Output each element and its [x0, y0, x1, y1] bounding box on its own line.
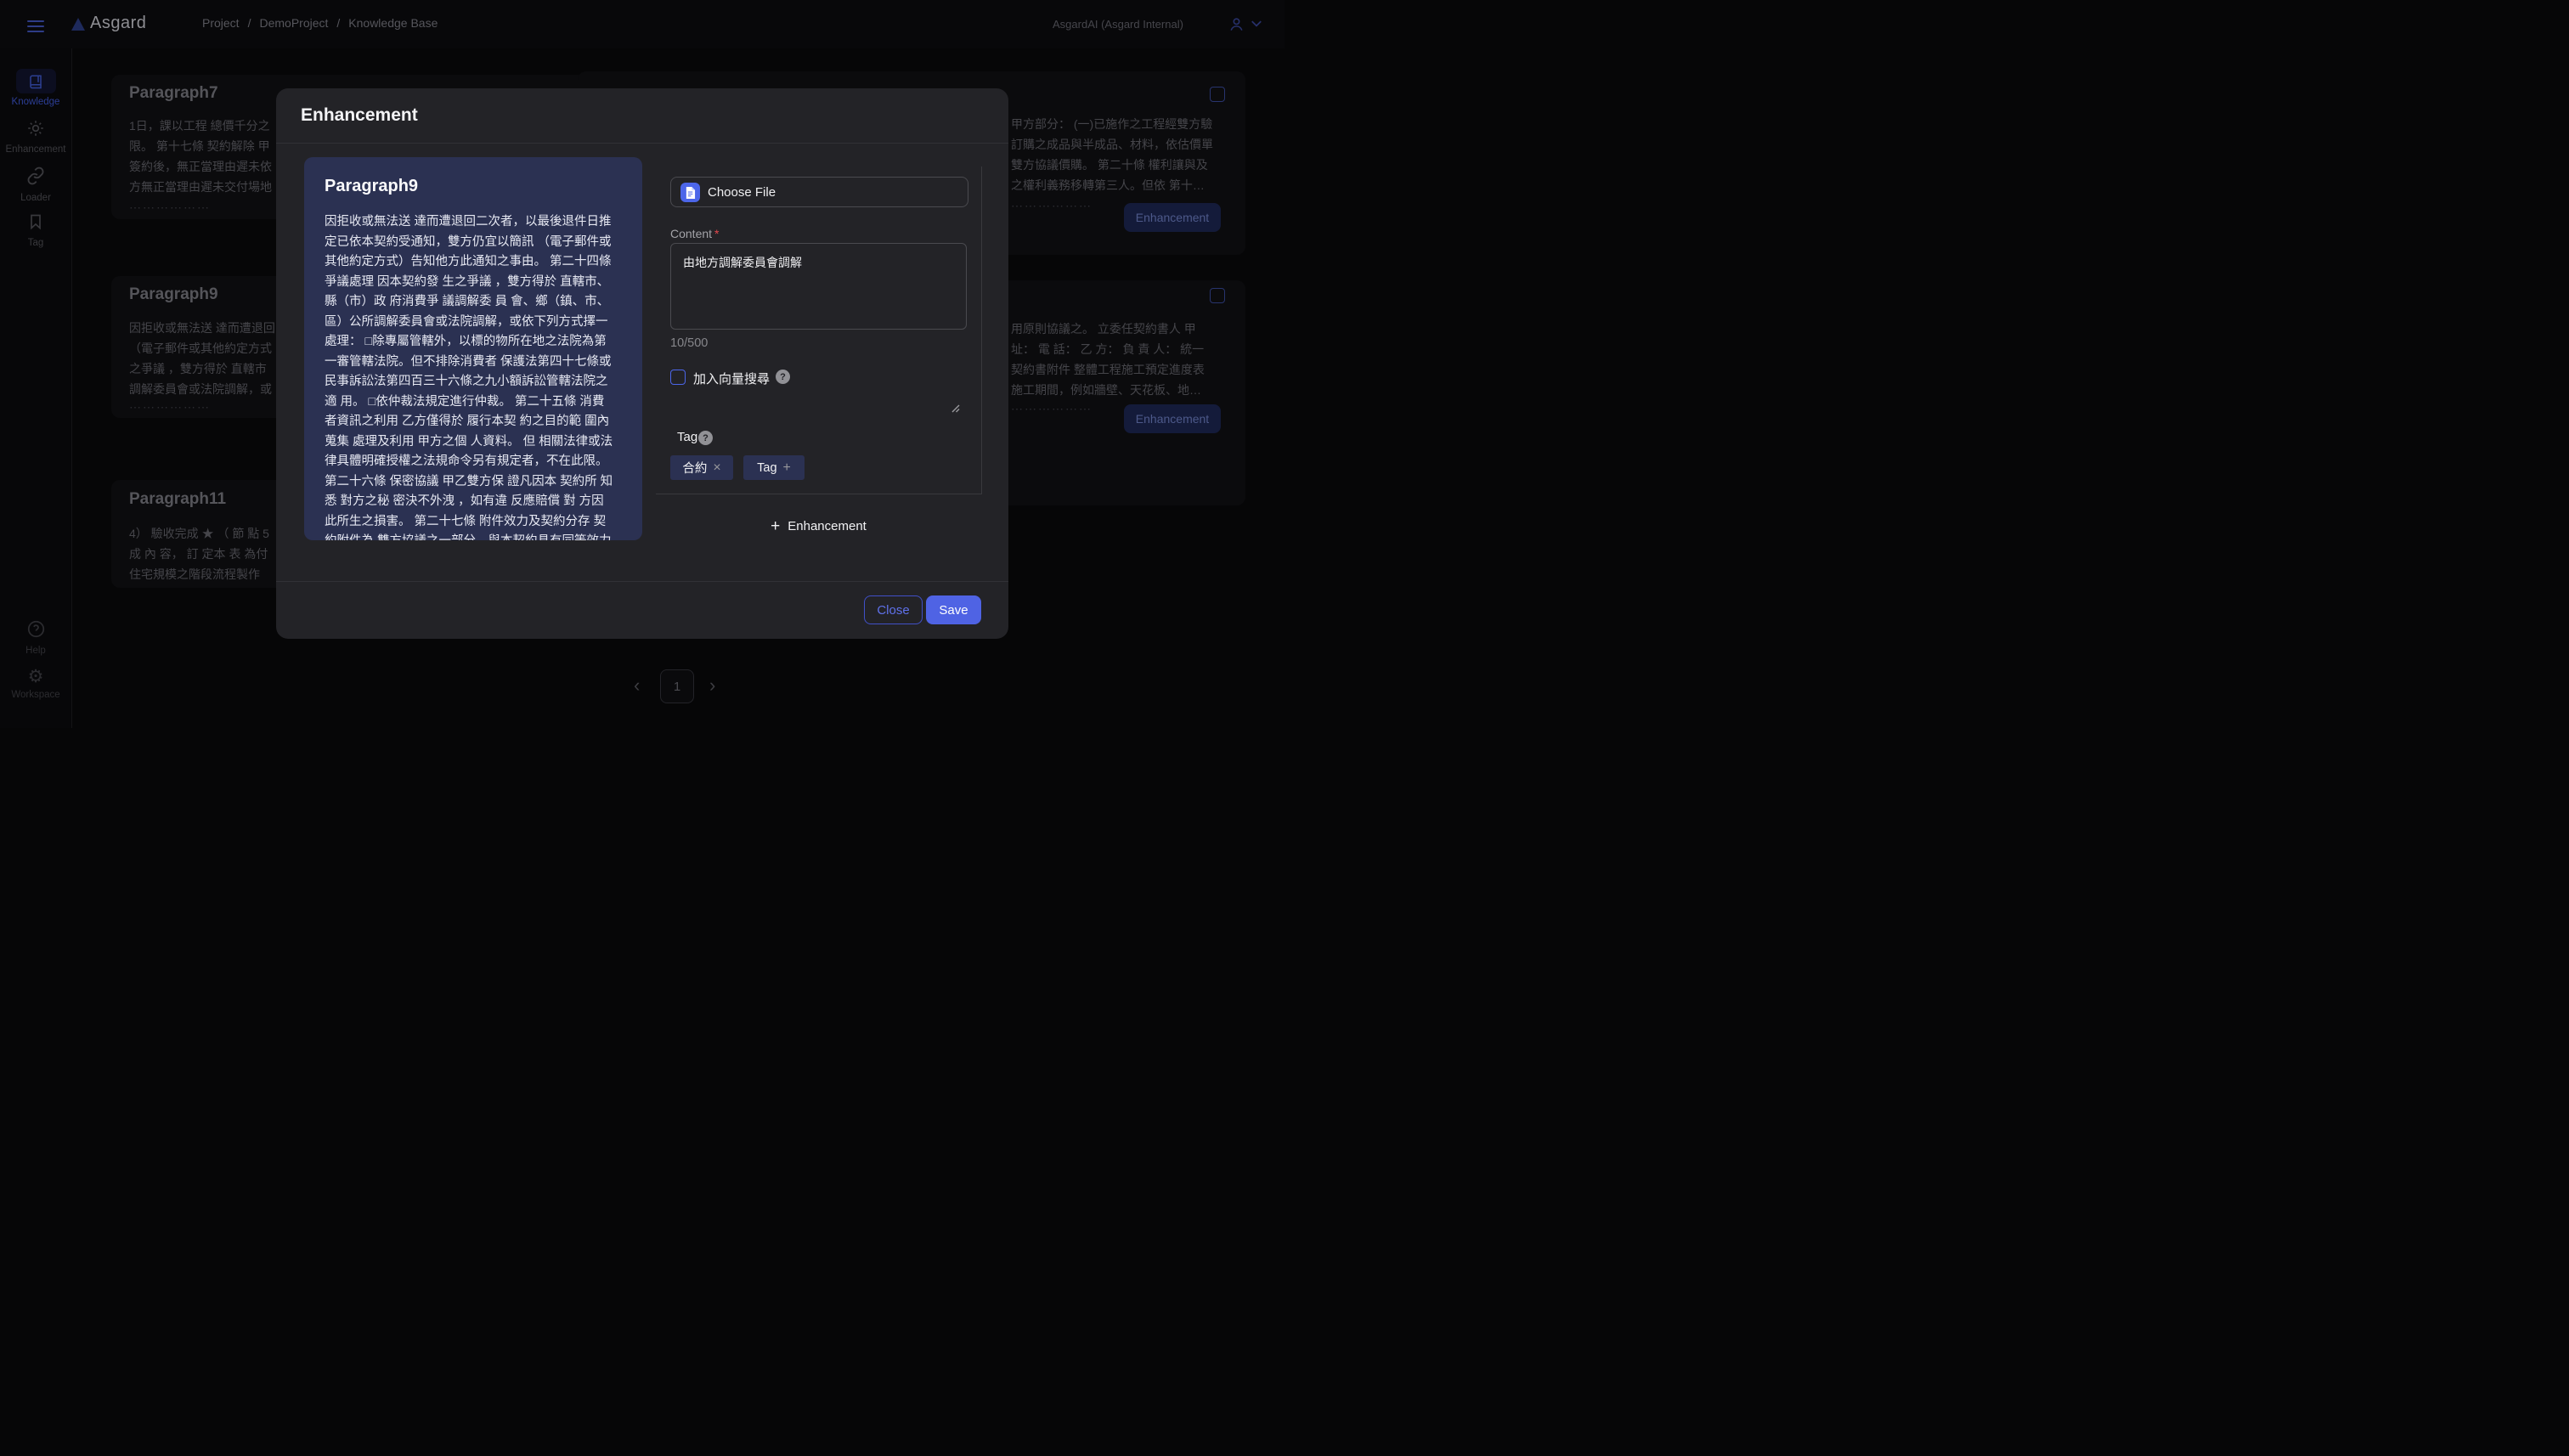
top-navbar: Asgard Project / DemoProject / Knowledge…: [0, 0, 1284, 48]
ellipsis-text: ⋯⋯⋯⋯⋯⋯: [1011, 199, 1093, 213]
modal-footer-divider: [276, 581, 1008, 582]
bookmark-icon: [27, 213, 44, 230]
ellipsis-text: ⋯⋯⋯⋯⋯⋯: [129, 400, 211, 415]
file-icon: [680, 183, 700, 202]
add-tag-button[interactable]: Tag +: [743, 455, 805, 480]
link-icon: [26, 166, 45, 185]
paragraph-card-title: Paragraph11: [129, 490, 226, 509]
paragraph-card-title: Paragraph7: [129, 84, 218, 103]
user-avatar-icon[interactable]: [1228, 16, 1245, 32]
choose-file-button[interactable]: Choose File: [670, 177, 968, 207]
help-circle-icon: [27, 620, 45, 638]
selected-paragraph-card: Paragraph9 因拒收或無法送 達而遭退回二次者，以最後退件日推 定已依本…: [304, 157, 642, 540]
sidebar-label: Knowledge: [0, 97, 71, 107]
modal-title: Enhancement: [301, 105, 418, 126]
sidebar: Knowledge Enhancement Loader Tag Help: [0, 48, 72, 728]
sidebar-item-loader[interactable]: Loader: [0, 166, 71, 203]
sidebar-label: Loader: [0, 193, 71, 203]
add-enhancement-button[interactable]: + Enhancement: [656, 517, 981, 536]
paragraph-card-text: 甲方部分： (一)已施作之工程經雙方驗 訂購之成品與半成品、材料，依估價單 雙方…: [1011, 114, 1213, 195]
remove-tag-icon[interactable]: ×: [713, 461, 720, 475]
selected-paragraph-text: 因拒收或無法送 達而遭退回二次者，以最後退件日推 定已依本契約受通知，雙方仍宜以…: [325, 212, 630, 540]
plus-icon[interactable]: +: [783, 461, 791, 475]
content-label: Content*: [670, 227, 720, 240]
breadcrumb-project[interactable]: Project: [202, 16, 240, 30]
sidebar-label: Help: [0, 646, 71, 656]
tag-chip[interactable]: 合約 ×: [670, 455, 733, 480]
ellipsis-text: ⋯⋯⋯⋯⋯⋯: [129, 200, 211, 215]
tag-chip-label: 合約: [682, 459, 707, 477]
plus-icon: +: [771, 517, 780, 535]
breadcrumb: Project / DemoProject / Knowledge Base: [202, 16, 438, 30]
paragraph-card-title: Paragraph9: [129, 285, 218, 304]
brand-title: Asgard: [90, 14, 146, 33]
paragraph-card-text: 1日，課以工程 總價千分之 限。 第十七條 契約解除 甲 簽約後，無正當理由遲未…: [129, 116, 272, 197]
sidebar-item-knowledge[interactable]: Knowledge: [0, 69, 71, 107]
chevron-down-icon[interactable]: [1251, 20, 1262, 28]
card-checkbox[interactable]: [1210, 87, 1225, 102]
card-checkbox[interactable]: [1210, 288, 1225, 303]
sidebar-label: Enhancement: [0, 144, 71, 155]
selected-paragraph-title: Paragraph9: [325, 177, 418, 196]
pagination-page-1[interactable]: 1: [660, 669, 694, 703]
sidebar-item-tag[interactable]: Tag: [0, 213, 71, 248]
sun-icon: [27, 120, 44, 137]
pagination-next-icon[interactable]: ›: [709, 675, 715, 696]
tag-section-label: Tag: [677, 430, 697, 444]
breadcrumb-separator: /: [336, 16, 340, 30]
modal-header-divider: [276, 143, 1008, 144]
paragraph-card-text: 用原則協議之。 立委任契約書人 甲 址： 電 話： 乙 方： 負 責 人： 統一…: [1011, 319, 1205, 400]
save-button[interactable]: Save: [926, 595, 981, 624]
account-label: AsgardAI (Asgard Internal): [1053, 18, 1183, 31]
gear-icon: ⚙: [28, 668, 44, 686]
enhancement-modal: Enhancement Paragraph9 因拒收或無法送 達而遭退回二次者，…: [276, 88, 1008, 639]
paragraph-card-text: 4） 驗收完成 ★ （ 節 點 5 成 內 容， 訂 定本 表 為付 住宅規模之…: [129, 523, 269, 584]
vector-search-help-icon[interactable]: ?: [776, 370, 790, 384]
breadcrumb-separator: /: [248, 16, 251, 30]
add-tag-label: Tag: [757, 461, 776, 475]
sidebar-label: Tag: [0, 238, 71, 248]
resize-handle-icon[interactable]: [951, 404, 960, 413]
content-textarea[interactable]: 由地方調解委員會調解: [670, 243, 967, 330]
breadcrumb-demoproject[interactable]: DemoProject: [259, 16, 328, 30]
choose-file-label: Choose File: [708, 185, 776, 200]
sidebar-item-workspace[interactable]: ⚙ Workspace: [0, 668, 71, 700]
sidebar-item-help[interactable]: Help: [0, 620, 71, 656]
tag-help-icon[interactable]: ?: [698, 431, 713, 445]
sidebar-label: Workspace: [0, 690, 71, 700]
add-enhancement-label: Enhancement: [788, 519, 867, 533]
close-button[interactable]: Close: [864, 595, 923, 624]
form-scroll-panel: [656, 166, 982, 494]
asgard-logo-icon: [71, 18, 85, 31]
enhancement-button[interactable]: Enhancement: [1124, 203, 1221, 232]
hamburger-menu-icon[interactable]: [27, 17, 44, 36]
breadcrumb-knowledge-base[interactable]: Knowledge Base: [348, 16, 438, 30]
pagination-prev-icon[interactable]: ‹: [634, 675, 640, 696]
vector-search-checkbox[interactable]: [670, 370, 686, 385]
paragraph-card-text: 因拒收或無法送 達而遭退回 （電子郵件或其他約定方式 之爭議 ，雙方得於 直轄市…: [129, 318, 275, 399]
vector-search-label: 加入向量搜尋: [693, 370, 770, 387]
app-screen: Asgard Project / DemoProject / Knowledge…: [0, 0, 1284, 728]
sidebar-item-enhancement[interactable]: Enhancement: [0, 120, 71, 155]
char-counter: 10/500: [670, 336, 708, 350]
ellipsis-text: ⋯⋯⋯⋯⋯⋯: [1011, 402, 1093, 416]
required-asterisk: *: [714, 227, 719, 240]
enhancement-button[interactable]: Enhancement: [1124, 404, 1221, 433]
book-icon: [28, 74, 43, 89]
